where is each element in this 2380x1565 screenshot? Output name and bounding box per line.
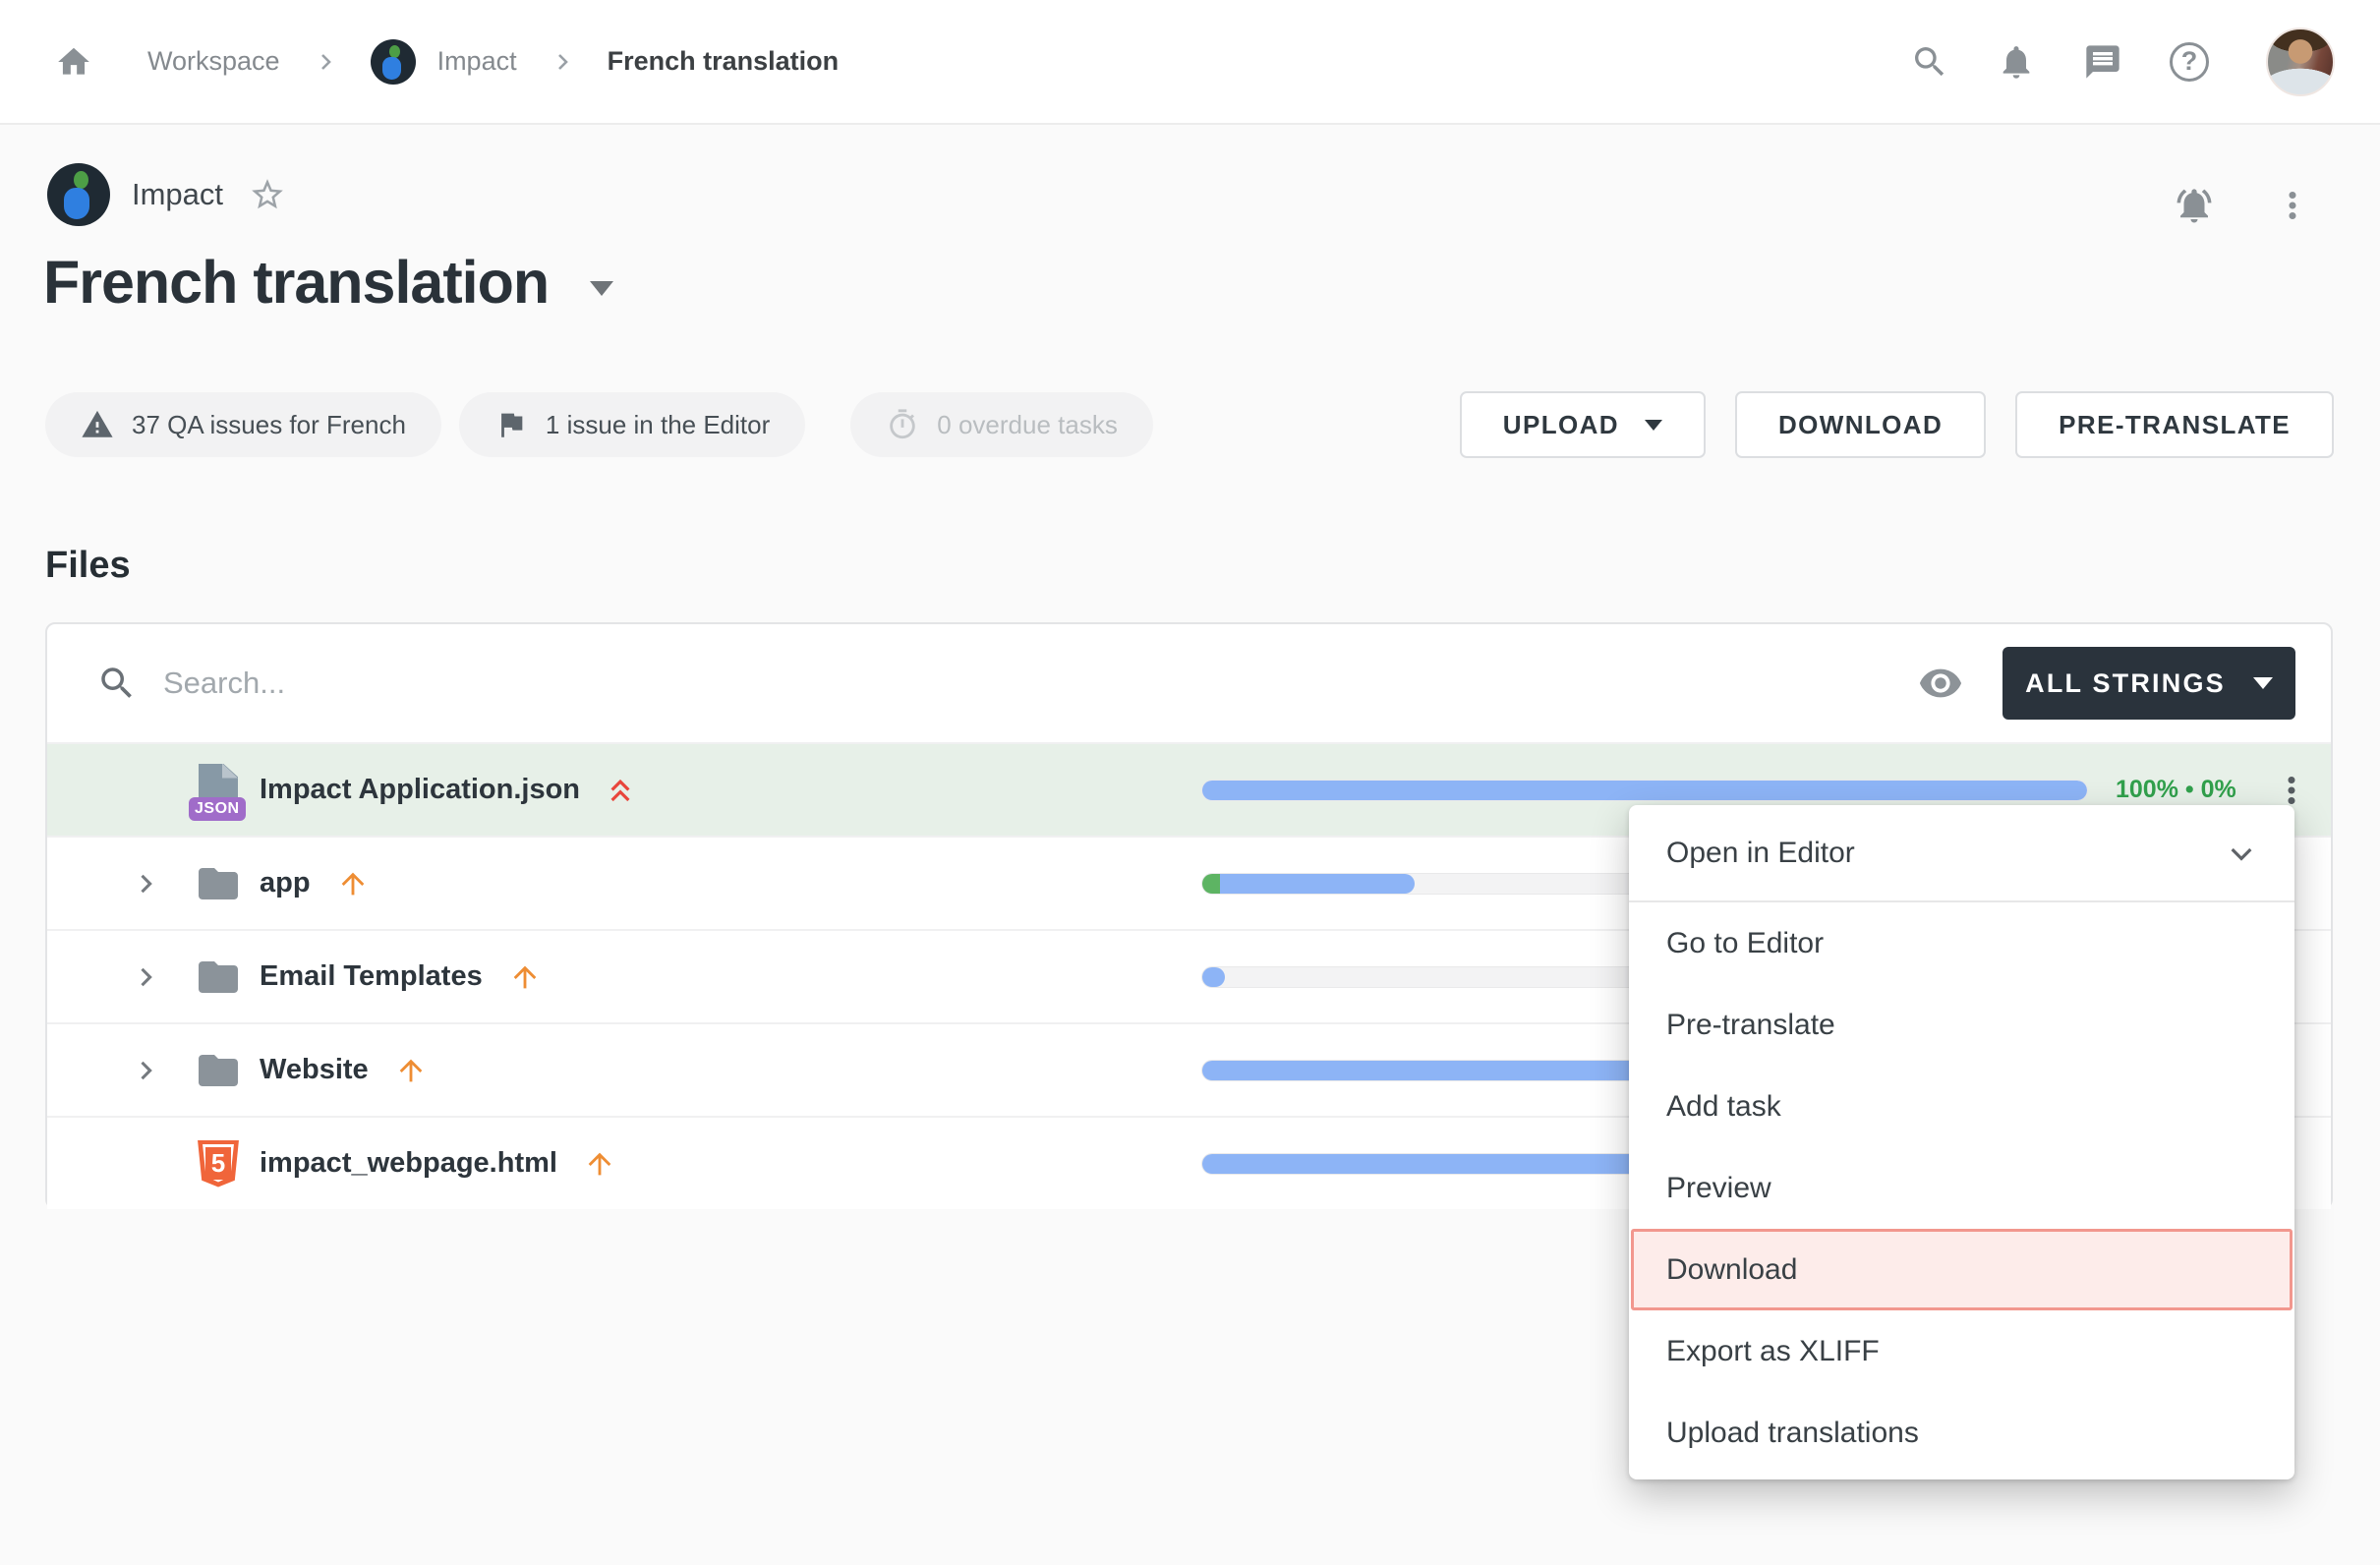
search-input[interactable]	[163, 666, 1918, 701]
page: Workspace Impact French translation	[0, 0, 2380, 1565]
html5-badge: 5	[211, 1148, 225, 1179]
breadcrumb-current-page: French translation	[608, 46, 840, 77]
kebab-menu-icon[interactable]	[2272, 185, 2313, 226]
folder-name: Email Templates	[260, 960, 483, 993]
json-file-icon: JSON	[194, 772, 243, 809]
menu-item-upload-translations[interactable]: Upload translations	[1629, 1392, 2294, 1474]
notifications-active-icon[interactable]	[2174, 185, 2215, 226]
chevron-right-icon	[314, 50, 337, 74]
status-and-actions-row: 37 QA issues for French 1 issue in the E…	[45, 391, 2334, 458]
chevron-down-icon	[2253, 677, 2273, 689]
project-header: Impact	[47, 163, 286, 226]
stopwatch-icon	[886, 408, 919, 441]
expand-chevron-icon[interactable]	[131, 870, 160, 898]
messages-icon[interactable]	[2083, 42, 2122, 82]
search-icon	[96, 663, 138, 704]
notifications-icon[interactable]	[1997, 42, 2036, 82]
folder-icon	[194, 954, 243, 1001]
page-title: French translation	[43, 248, 549, 317]
folder-name: Website	[260, 1054, 369, 1086]
qa-issues-label: 37 QA issues for French	[132, 410, 406, 440]
chevron-down-icon	[1645, 420, 1662, 431]
strings-filter-button[interactable]: ALL STRINGS	[2003, 647, 2295, 720]
expand-chevron-icon[interactable]	[131, 1057, 160, 1084]
top-navigation-bar: Workspace Impact French translation	[0, 0, 2380, 125]
logo-body	[382, 57, 401, 80]
upload-arrow-icon	[508, 960, 542, 994]
topbar-actions: ?	[1910, 28, 2335, 96]
menu-primary-label: Open in Editor	[1666, 837, 1855, 870]
progress-bar	[1201, 780, 2088, 801]
menu-item-download[interactable]: Download	[1631, 1229, 2293, 1310]
logo-dot	[74, 171, 88, 189]
file-name: impact_webpage.html	[260, 1147, 557, 1180]
qa-issues-chip[interactable]: 37 QA issues for French	[45, 392, 441, 457]
project-logo[interactable]	[371, 39, 416, 85]
editor-issues-label: 1 issue in the Editor	[546, 410, 770, 440]
star-icon[interactable]	[249, 176, 286, 213]
pretranslate-button-label: PRE-TRANSLATE	[2059, 410, 2291, 440]
home-icon[interactable]	[55, 43, 92, 81]
upload-button[interactable]: UPLOAD	[1460, 391, 1706, 458]
html5-file-icon: 5	[194, 1140, 243, 1188]
strings-filter-label: ALL STRINGS	[2025, 668, 2226, 699]
json-badge: JSON	[189, 797, 246, 821]
menu-item-add-task[interactable]: Add task	[1629, 1066, 2294, 1147]
download-button[interactable]: DOWNLOAD	[1735, 391, 1986, 458]
flag-icon	[494, 408, 528, 441]
folder-name: app	[260, 867, 311, 899]
search-icon[interactable]	[1910, 42, 1949, 82]
breadcrumb: Workspace Impact French translation	[55, 39, 839, 85]
project-header-actions	[2174, 185, 2313, 226]
upload-arrow-icon	[583, 1147, 616, 1181]
menu-item-pre-translate[interactable]: Pre-translate	[1629, 984, 2294, 1066]
chevron-right-icon	[551, 50, 574, 74]
eye-icon[interactable]	[1918, 661, 1963, 706]
chevron-down-icon	[2226, 838, 2257, 869]
folder-icon	[194, 860, 243, 907]
action-buttons: UPLOAD DOWNLOAD PRE-TRANSLATE	[1460, 391, 2334, 458]
progress-stats: 100% • 0%	[2116, 776, 2236, 804]
folder-icon	[194, 1047, 243, 1094]
menu-item-go-to-editor[interactable]: Go to Editor	[1629, 902, 2294, 984]
logo-dot	[389, 45, 400, 58]
breadcrumb-workspace[interactable]: Workspace	[147, 46, 280, 77]
expand-chevron-icon[interactable]	[131, 963, 160, 991]
warning-icon	[81, 408, 114, 441]
editor-issues-chip[interactable]: 1 issue in the Editor	[459, 392, 805, 457]
file-name: Impact Application.json	[260, 774, 580, 806]
title-dropdown-caret[interactable]	[590, 281, 613, 296]
overdue-tasks-chip[interactable]: 0 overdue tasks	[850, 392, 1153, 457]
download-button-label: DOWNLOAD	[1778, 410, 1943, 440]
upload-arrow-icon	[394, 1054, 428, 1087]
menu-item-preview[interactable]: Preview	[1629, 1147, 2294, 1229]
project-logo-large	[47, 163, 110, 226]
overdue-tasks-label: 0 overdue tasks	[937, 410, 1118, 440]
menu-item-open-in-editor[interactable]: Open in Editor	[1629, 805, 2294, 900]
user-avatar[interactable]	[2266, 28, 2335, 96]
upload-arrow-icon	[336, 867, 370, 900]
files-toolbar: ALL STRINGS	[47, 624, 2331, 742]
breadcrumb-project[interactable]: Impact	[437, 46, 517, 77]
file-context-menu: Open in Editor Go to Editor Pre-translat…	[1629, 805, 2294, 1479]
menu-item-export-xliff[interactable]: Export as XLIFF	[1629, 1310, 2294, 1392]
logo-body	[64, 188, 89, 219]
page-title-row: French translation	[43, 248, 613, 317]
high-priority-icon	[602, 772, 639, 809]
upload-button-label: UPLOAD	[1503, 410, 1619, 440]
pretranslate-button[interactable]: PRE-TRANSLATE	[2015, 391, 2334, 458]
files-heading: Files	[45, 545, 131, 587]
help-icon[interactable]: ?	[2170, 42, 2209, 82]
project-name: Impact	[132, 177, 223, 212]
